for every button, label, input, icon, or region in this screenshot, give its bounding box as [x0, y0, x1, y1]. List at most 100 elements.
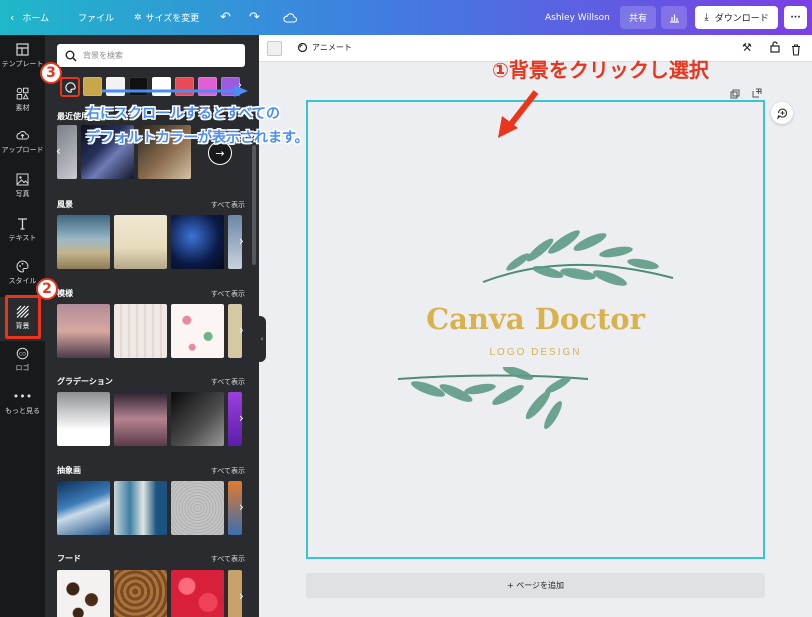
palette-icon [16, 260, 29, 273]
cloud-save-icon[interactable] [283, 0, 297, 35]
insights-icon[interactable] [661, 6, 687, 29]
thumbnail[interactable] [171, 570, 224, 617]
thumbnail[interactable] [171, 304, 224, 358]
comment-button[interactable] [771, 102, 793, 124]
animate-label: アニメート [312, 43, 352, 52]
download-icon: ⤓ [704, 12, 709, 23]
recent-section-title: 最近使用 [57, 112, 89, 121]
see-all-link[interactable]: すべて表示 [211, 554, 245, 564]
see-all-link[interactable]: すべて表示 [211, 377, 245, 387]
logo-title[interactable]: Canva Doctor [308, 302, 763, 336]
background-search-input[interactable]: 背景を検索 [57, 44, 245, 67]
pattern-thumbnails [57, 304, 242, 358]
thumbnail[interactable] [57, 570, 110, 617]
rail-item-uploads[interactable]: アップロード [0, 129, 45, 163]
color-palette-button[interactable] [60, 77, 80, 97]
add-page-button[interactable]: + ページを追加 [306, 573, 765, 598]
thumbnail[interactable] [114, 392, 167, 446]
share-button[interactable]: 共有 [620, 6, 656, 29]
see-all-link[interactable]: すべて表示 [211, 466, 245, 476]
background-highlight-box [5, 295, 41, 339]
chevron-right-icon[interactable]: › [239, 411, 244, 425]
rail-label: 写真 [15, 190, 30, 198]
annotation-step-3-number: 3 [40, 62, 62, 84]
chevron-left-icon[interactable]: ‹ [56, 144, 61, 158]
logo-icon: CO [16, 347, 29, 360]
thumbnail[interactable] [114, 304, 167, 358]
annotation-line: 右にスクロールするとすべての [86, 106, 281, 122]
rail-label: 素材 [15, 104, 30, 112]
rail-item-templates[interactable]: テンプレート [0, 43, 45, 77]
rail-label: テンプレート [1, 60, 44, 68]
food-thumbnails [57, 570, 242, 617]
trash-icon[interactable] [791, 41, 801, 60]
undo-icon[interactable]: ↶ [220, 0, 231, 35]
resize-button[interactable]: ✲ サイズを変更 [134, 0, 199, 35]
chevron-right-icon[interactable]: › [239, 234, 244, 248]
leaf-branch-bottom [398, 367, 589, 430]
thumbnail[interactable] [171, 392, 224, 446]
thumbnail[interactable] [171, 481, 224, 535]
download-label: ダウンロード [714, 14, 769, 24]
see-all-link[interactable]: すべて表示 [211, 200, 245, 210]
thumbnail[interactable] [114, 570, 167, 617]
panel-scrollbar[interactable] [252, 145, 256, 265]
sparkle-icon: ✲ [134, 12, 142, 23]
chevron-right-icon[interactable]: › [239, 323, 244, 337]
abstract-thumbnails [57, 481, 242, 535]
annotation-step-2-number: 2 [36, 278, 58, 300]
user-name[interactable]: Ashley Willson [545, 0, 610, 35]
annotation-step-3-text: 右にスクロールするとすべての デフォルトカラーが表示されます。 [86, 102, 309, 150]
landscape-thumbnails [57, 215, 242, 269]
thumbnail[interactable] [171, 215, 224, 269]
chevron-right-icon[interactable]: › [239, 500, 244, 514]
gradient-thumbnails [57, 392, 242, 446]
more-options-icon[interactable]: ··· [784, 6, 807, 29]
home-label: ホーム [22, 14, 50, 24]
background-color-button[interactable] [267, 41, 282, 56]
file-menu[interactable]: ファイル [78, 0, 114, 35]
logo-subtitle[interactable]: LOGO DESIGN [308, 347, 763, 358]
home-button[interactable]: ‹ ホーム [10, 0, 49, 35]
collapse-panel-button[interactable]: ‹ [258, 316, 266, 362]
svg-text:CO: CO [19, 351, 26, 357]
annotation-step-1: ①背景をクリックし選択 [492, 58, 709, 82]
photo-icon [16, 173, 29, 186]
animate-button[interactable]: アニメート [297, 42, 352, 53]
search-placeholder: 背景を検索 [83, 51, 123, 60]
paint-roller-icon[interactable]: ⚒ [742, 41, 752, 54]
top-bar: ‹ ホーム ファイル ✲ サイズを変更 ↶ ↷ Ashley Willson 共… [0, 0, 812, 35]
annotation-arrow [498, 90, 539, 138]
redo-icon[interactable]: ↷ [249, 0, 260, 35]
rail-item-more[interactable]: ••• もっと見る [0, 390, 45, 424]
rail-item-text[interactable]: テキスト [0, 217, 45, 251]
chevron-right-icon[interactable]: › [239, 589, 244, 603]
download-button[interactable]: ⤓ ダウンロード [695, 6, 778, 29]
upload-icon [16, 131, 29, 140]
annotation-line: デフォルトカラーが表示されます。 [86, 130, 309, 146]
rail-label: もっと見る [5, 407, 40, 415]
thumbnail[interactable] [57, 215, 110, 269]
rail-item-photos[interactable]: 写真 [0, 173, 45, 207]
design-page[interactable]: Canva Doctor LOGO DESIGN [306, 100, 765, 559]
thumbnail[interactable] [57, 392, 110, 446]
thumbnail[interactable] [57, 481, 110, 535]
thumbnail[interactable] [114, 481, 167, 535]
see-all-link[interactable]: すべて表示 [211, 289, 245, 299]
rail-label: スタイル [8, 277, 37, 285]
shapes-icon [16, 87, 29, 100]
thumbnail[interactable] [57, 304, 110, 358]
section-title: グラデーション [57, 377, 113, 386]
section-title: フード [57, 554, 81, 563]
section-title: 模様 [57, 289, 73, 298]
rail-item-elements[interactable]: 素材 [0, 87, 45, 121]
layout-icon [16, 43, 29, 56]
chevron-left-icon: ‹ [10, 11, 15, 24]
palette-icon [64, 81, 76, 93]
rail-item-logo[interactable]: CO ロゴ [0, 347, 45, 381]
text-icon [18, 218, 27, 230]
lock-icon[interactable] [770, 41, 780, 56]
thumbnail[interactable] [114, 215, 167, 269]
section-title: 抽象画 [57, 466, 81, 475]
annotation-scroll-arrow [102, 85, 248, 97]
